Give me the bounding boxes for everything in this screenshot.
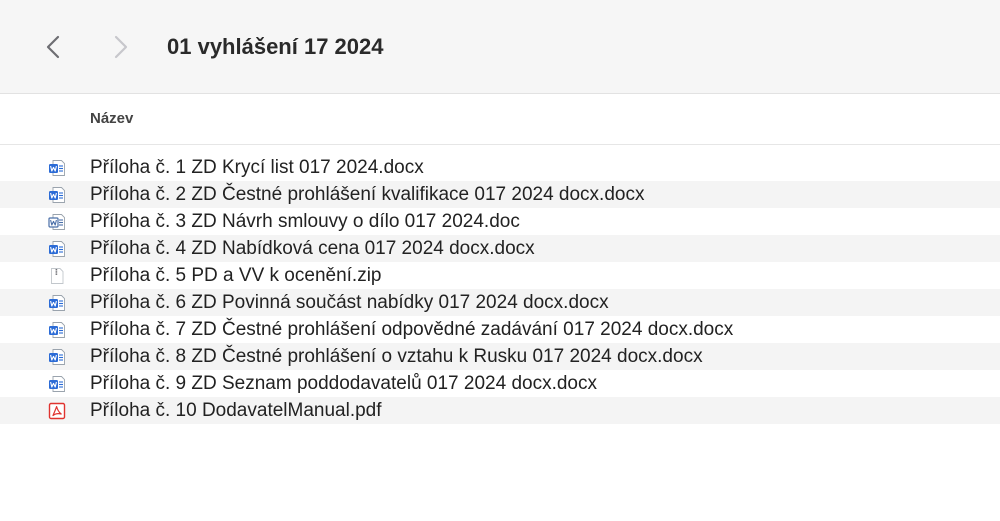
file-name: Příloha č. 7 ZD Čestné prohlášení odpově… (90, 319, 734, 340)
chevron-left-icon (46, 35, 60, 59)
column-header-name[interactable]: Název (90, 110, 133, 127)
file-name: Příloha č. 9 ZD Seznam poddodavatelů 017… (90, 373, 597, 394)
word-legacy-document-icon (48, 213, 66, 231)
word-document-icon (48, 240, 66, 258)
file-row[interactable]: Příloha č. 4 ZD Nabídková cena 017 2024 … (0, 235, 1000, 262)
file-name: Příloha č. 5 PD a VV k ocenění.zip (90, 265, 382, 286)
word-document-icon (48, 375, 66, 393)
file-name: Příloha č. 4 ZD Nabídková cena 017 2024 … (90, 238, 535, 259)
file-name: Příloha č. 2 ZD Čestné prohlášení kvalif… (90, 184, 645, 205)
file-row[interactable]: Příloha č. 7 ZD Čestné prohlášení odpově… (0, 316, 1000, 343)
forward-button[interactable] (108, 30, 134, 64)
file-row[interactable]: Příloha č. 8 ZD Čestné prohlášení o vzta… (0, 343, 1000, 370)
back-button[interactable] (40, 30, 66, 64)
file-row[interactable]: Příloha č. 5 PD a VV k ocenění.zip (0, 262, 1000, 289)
word-document-icon (48, 186, 66, 204)
file-row[interactable]: Příloha č. 9 ZD Seznam poddodavatelů 017… (0, 370, 1000, 397)
file-row[interactable]: Příloha č. 2 ZD Čestné prohlášení kvalif… (0, 181, 1000, 208)
file-list: Příloha č. 1 ZD Krycí list 017 2024.docx… (0, 154, 1000, 424)
file-name: Příloha č. 3 ZD Návrh smlouvy o dílo 017… (90, 211, 520, 232)
zip-archive-icon (48, 267, 66, 285)
column-header-bar: Název (0, 94, 1000, 145)
word-document-icon (48, 348, 66, 366)
file-row[interactable]: Příloha č. 1 ZD Krycí list 017 2024.docx (0, 154, 1000, 181)
file-name: Příloha č. 8 ZD Čestné prohlášení o vzta… (90, 346, 703, 367)
window-title: 01 vyhlášení 17 2024 (167, 34, 384, 59)
file-name: Příloha č. 10 DodavatelManual.pdf (90, 400, 382, 421)
chevron-right-icon (114, 35, 128, 59)
toolbar: 01 vyhlášení 17 2024 (0, 0, 1000, 94)
file-name: Příloha č. 1 ZD Krycí list 017 2024.docx (90, 157, 424, 178)
pdf-document-icon (48, 402, 66, 420)
word-document-icon (48, 321, 66, 339)
word-document-icon (48, 159, 66, 177)
file-row[interactable]: Příloha č. 10 DodavatelManual.pdf (0, 397, 1000, 424)
file-name: Příloha č. 6 ZD Povinná součást nabídky … (90, 292, 609, 313)
file-row[interactable]: Příloha č. 6 ZD Povinná součást nabídky … (0, 289, 1000, 316)
word-document-icon (48, 294, 66, 312)
file-row[interactable]: Příloha č. 3 ZD Návrh smlouvy o dílo 017… (0, 208, 1000, 235)
